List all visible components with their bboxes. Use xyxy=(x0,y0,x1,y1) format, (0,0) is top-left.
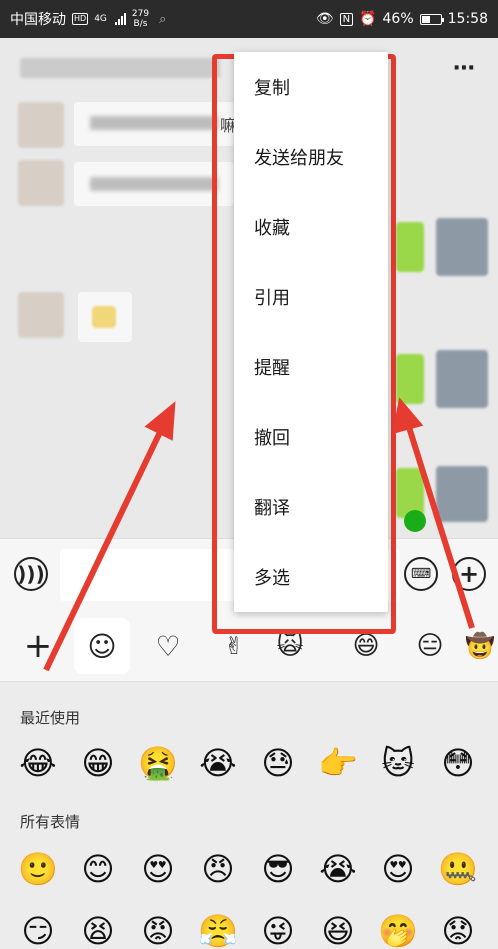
add-sticker-icon[interactable]: + xyxy=(10,618,66,674)
menu-item-quote[interactable]: 引用 xyxy=(234,262,388,332)
emoji-item[interactable]: 😍 xyxy=(138,849,178,889)
emoji-item[interactable]: 😆 xyxy=(318,911,358,949)
emoji-item[interactable]: 🤭 xyxy=(378,911,418,949)
sent-bubble[interactable] xyxy=(396,354,424,404)
context-menu: 复制 发送给朋友 收藏 引用 提醒 撤回 翻译 多选 xyxy=(234,52,388,612)
emoji-row: 🙂 😊 😍 😠 😎 😭 😍 🤐 xyxy=(18,849,478,889)
eye-icon: 👁 xyxy=(315,11,334,27)
avatar[interactable] xyxy=(436,218,488,276)
emoji-item[interactable]: 😜 xyxy=(258,911,298,949)
emoji-item[interactable]: 🤮 xyxy=(138,743,178,783)
emoji-item[interactable]: 👉 xyxy=(318,743,358,783)
emoji-item[interactable]: 😭 xyxy=(318,849,358,889)
status-bar: 中国移动 HD 4G 279 B/s ⌕ 👁 N ⏰ 46% 15:58 xyxy=(0,0,498,38)
menu-item-multi-select[interactable]: 多选 xyxy=(234,542,388,612)
emoji-item[interactable]: 😍 xyxy=(378,849,418,889)
emoji-item[interactable]: 😭 xyxy=(198,743,238,783)
emoji-item[interactable]: 🤐 xyxy=(438,849,478,889)
menu-item-remind[interactable]: 提醒 xyxy=(234,332,388,402)
menu-item-favorite[interactable]: 收藏 xyxy=(234,192,388,262)
tab-sticker-pack-icon[interactable]: 😑 xyxy=(402,618,458,674)
avatar[interactable] xyxy=(18,102,64,148)
emoji-item[interactable]: 😡 xyxy=(138,911,178,949)
more-icon[interactable]: ⋯ xyxy=(453,56,476,81)
emoji-item[interactable]: 😎 xyxy=(258,849,298,889)
nfc-icon: N xyxy=(339,12,354,26)
chat-title-blurred xyxy=(20,58,220,78)
emoji-item[interactable]: 😓 xyxy=(258,743,298,783)
emoji-item[interactable]: 😊 xyxy=(78,849,118,889)
emoji-item[interactable]: 😟 xyxy=(438,911,478,949)
menu-item-recall[interactable]: 撤回 xyxy=(234,402,388,472)
emoji-item[interactable]: 😁 xyxy=(78,743,118,783)
carrier-label: 中国移动 xyxy=(10,12,66,28)
tab-smiley-icon[interactable]: ☺ xyxy=(74,618,130,674)
voice-icon[interactable]: ))) xyxy=(14,557,48,591)
clock-time: 15:58 xyxy=(447,11,488,27)
menu-item-copy[interactable]: 复制 xyxy=(234,52,388,122)
emoji-item[interactable]: 😠 xyxy=(198,849,238,889)
status-dot xyxy=(404,510,426,532)
avatar[interactable] xyxy=(436,466,488,522)
alarm-icon: ⏰ xyxy=(359,11,377,27)
message-text-blurred xyxy=(90,116,218,130)
hd-badge: HD xyxy=(72,13,89,25)
recent-emoji-row: 😂 😁 🤮 😭 😓 👉 🐱 😳 xyxy=(18,743,478,783)
signal-icon xyxy=(114,13,126,25)
avatar[interactable] xyxy=(18,292,64,338)
message-text-blurred xyxy=(90,177,218,191)
emoji-item[interactable]: 🙂 xyxy=(18,849,58,889)
emoji-item[interactable]: 🐱 xyxy=(378,743,418,783)
battery-icon xyxy=(419,13,444,25)
network-speed: 279 B/s xyxy=(131,9,150,29)
avatar[interactable] xyxy=(436,350,488,408)
sent-bubble[interactable] xyxy=(396,222,424,272)
sticker-blurred xyxy=(92,306,116,328)
emoji-row: 😏 😫 😡 😤 😜 😆 🤭 😟 xyxy=(18,911,478,949)
tab-favorites-icon[interactable]: ♡ xyxy=(140,618,196,674)
recent-section-title: 最近使用 xyxy=(20,709,81,727)
emoji-item[interactable]: 😤 xyxy=(198,911,238,949)
search-icon: ⌕ xyxy=(159,11,167,27)
emoji-item[interactable]: 😏 xyxy=(18,911,58,949)
plus-icon[interactable]: + xyxy=(452,557,486,591)
keyboard-icon[interactable]: ⌨ xyxy=(404,557,438,591)
avatar[interactable] xyxy=(18,160,64,206)
tab-sticker-pack-icon[interactable]: 🤠 xyxy=(462,618,498,674)
emoji-item[interactable]: 😳 xyxy=(438,743,478,783)
emoji-item[interactable]: 😂 xyxy=(18,743,58,783)
all-section-title: 所有表情 xyxy=(20,813,81,831)
menu-item-translate[interactable]: 翻译 xyxy=(234,472,388,542)
emoji-panel: 最近使用 😂 😁 🤮 😭 😓 👉 🐱 😳 所有表情 🙂 😊 😍 😠 😎 😭 😍 … xyxy=(0,683,498,949)
network-label: 4G xyxy=(94,14,107,24)
emoji-item[interactable]: 😫 xyxy=(78,911,118,949)
battery-percent: 46% xyxy=(382,11,414,27)
menu-item-send-to-friend[interactable]: 发送给朋友 xyxy=(234,122,388,192)
